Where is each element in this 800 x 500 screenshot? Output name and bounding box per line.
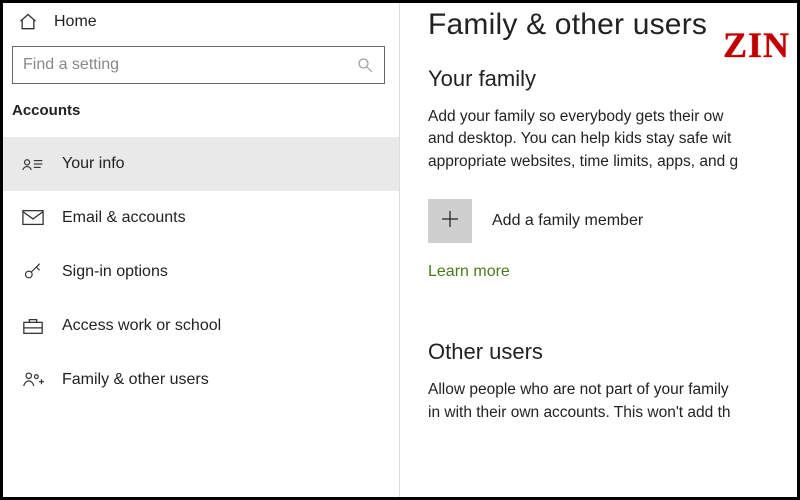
add-family-member-label: Add a family member xyxy=(492,212,643,230)
other-users-heading: Other users xyxy=(428,339,800,365)
settings-content: Family & other users Your family Add you… xyxy=(400,0,800,500)
add-family-member-row[interactable]: Add a family member xyxy=(428,199,800,243)
people-plus-icon xyxy=(22,369,44,391)
search-icon xyxy=(356,56,374,74)
sidebar-item-signin-options[interactable]: Sign-in options xyxy=(0,245,399,299)
other-users-description: Allow people who are not part of your fa… xyxy=(428,379,800,424)
mail-icon xyxy=(22,207,44,229)
home-label: Home xyxy=(54,13,97,31)
settings-search[interactable] xyxy=(12,46,385,84)
sidebar-item-email-accounts[interactable]: Email & accounts xyxy=(0,191,399,245)
home-icon xyxy=(18,12,38,32)
add-tile[interactable] xyxy=(428,199,472,243)
settings-sidebar: Home Accounts Yo xyxy=(0,0,400,500)
plus-icon xyxy=(438,207,462,235)
sidebar-item-label: Family & other users xyxy=(62,371,209,389)
sidebar-item-label: Your info xyxy=(62,155,125,173)
sidebar-item-your-info[interactable]: Your info xyxy=(0,137,399,191)
key-icon xyxy=(22,261,44,283)
home-nav[interactable]: Home xyxy=(0,0,399,46)
sidebar-item-access-work-school[interactable]: Access work or school xyxy=(0,299,399,353)
learn-more-link[interactable]: Learn more xyxy=(428,263,510,281)
sidebar-nav: Your info Email & accounts Sign-in optio… xyxy=(0,137,399,407)
search-input[interactable] xyxy=(23,56,356,74)
your-family-description: Add your family so everybody gets their … xyxy=(428,106,800,173)
briefcase-icon xyxy=(22,315,44,337)
sidebar-item-family-other-users[interactable]: Family & other users xyxy=(0,353,399,407)
person-card-icon xyxy=(22,153,44,175)
sidebar-item-label: Sign-in options xyxy=(62,263,168,281)
sidebar-section-label: Accounts xyxy=(0,100,399,137)
sidebar-item-label: Access work or school xyxy=(62,317,221,335)
sidebar-item-label: Email & accounts xyxy=(62,209,186,227)
your-family-heading: Your family xyxy=(428,66,800,92)
page-title: Family & other users xyxy=(428,8,800,42)
